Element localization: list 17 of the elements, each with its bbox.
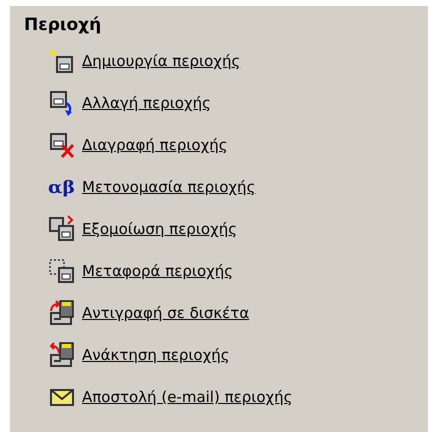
- task-link[interactable]: Αλλαγή περιοχής: [82, 94, 211, 112]
- task-link[interactable]: Μεταφορά περιοχής: [82, 262, 234, 280]
- task-link[interactable]: Ανάκτηση περιοχής: [82, 346, 230, 364]
- task-link[interactable]: Αποστολή (e-mail) περιοχής: [82, 388, 292, 406]
- panel-title: Περιοχή: [24, 14, 102, 36]
- delete-area-icon: [48, 131, 76, 159]
- rename-icon: αβ: [48, 173, 76, 201]
- compare-areas-icon: [48, 215, 76, 243]
- task-link[interactable]: Μετονομασία περιοχής: [82, 178, 256, 196]
- floppy-drive-icon: [48, 299, 76, 327]
- task-link[interactable]: Αντιγραφή σε δισκέτα: [82, 304, 250, 322]
- task-link[interactable]: Δημιουργία περιοχής: [82, 52, 240, 70]
- move-area-icon: [48, 257, 76, 285]
- floppy-drive-icon: [48, 341, 76, 369]
- task-link[interactable]: Διαγραφή περιοχής: [82, 136, 228, 154]
- task-link[interactable]: Εξομοίωση περιοχής: [82, 220, 238, 238]
- new-area-icon: [48, 47, 76, 75]
